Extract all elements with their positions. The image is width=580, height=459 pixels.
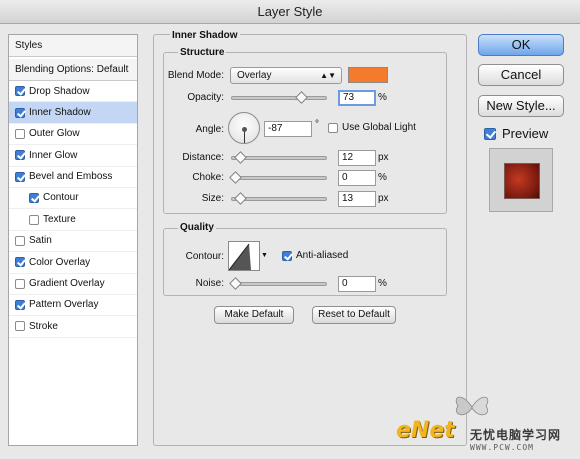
blend-mode-select[interactable]: Overlay ▲▼	[230, 67, 342, 84]
style-item-checkbox[interactable]	[15, 150, 25, 161]
styles-list-panel: Styles Blending Options: Default Drop Sh…	[8, 34, 138, 446]
style-item-checkbox[interactable]	[15, 300, 25, 311]
angle-dial[interactable]	[228, 112, 260, 144]
watermark-brand: eNet	[396, 418, 455, 443]
contour-dropdown-icon[interactable]: ▼	[261, 252, 268, 259]
style-preview-thumbnail	[504, 163, 540, 199]
distance-input[interactable]: 12	[338, 150, 376, 166]
style-item-checkbox[interactable]	[15, 235, 25, 246]
opacity-slider[interactable]	[231, 91, 327, 104]
anti-aliased-checkbox[interactable]	[282, 250, 292, 261]
style-item-label: Pattern Overlay	[29, 299, 99, 311]
style-item-inner-shadow[interactable]: Inner Shadow	[9, 102, 137, 124]
choke-slider[interactable]	[229, 171, 327, 184]
style-item-satin[interactable]: Satin	[9, 231, 137, 253]
structure-title: Structure	[178, 47, 227, 58]
reset-to-default-button[interactable]: Reset to Default	[312, 306, 396, 324]
cancel-button[interactable]: Cancel	[478, 64, 564, 86]
contour-curve-icon	[228, 243, 251, 271]
window-title: Layer Style	[257, 4, 323, 19]
style-item-stroke[interactable]: Stroke	[9, 316, 137, 338]
style-item-checkbox[interactable]	[15, 257, 25, 268]
style-item-label: Inner Glow	[29, 149, 78, 161]
watermark-chinese: 无忧电脑学习网	[470, 428, 562, 442]
preview-label: Preview	[502, 126, 549, 141]
style-item-checkbox[interactable]	[15, 86, 25, 97]
opacity-label: Opacity:	[187, 92, 224, 103]
style-item-checkbox[interactable]	[15, 128, 25, 139]
angle-input[interactable]: -87	[264, 121, 312, 137]
style-item-checkbox[interactable]	[15, 171, 25, 182]
noise-unit: %	[378, 278, 387, 289]
style-item-pattern-overlay[interactable]: Pattern Overlay	[9, 295, 137, 317]
contour-preview[interactable]	[228, 241, 260, 271]
blend-mode-label: Blend Mode:	[167, 70, 224, 81]
make-default-button[interactable]: Make Default	[214, 306, 294, 324]
style-item-contour[interactable]: Contour	[9, 188, 137, 210]
distance-slider[interactable]	[231, 151, 327, 164]
style-preview	[489, 148, 553, 212]
choke-label: Choke:	[192, 172, 224, 183]
angle-center-dot	[242, 127, 247, 132]
opacity-input[interactable]: 73	[338, 90, 376, 106]
style-item-label: Bevel and Emboss	[29, 171, 113, 183]
watermark-url: WWW.PCW.COM	[470, 443, 534, 452]
styles-header[interactable]: Styles	[9, 35, 137, 57]
blend-mode-value: Overlay	[237, 70, 272, 81]
anti-aliased-option[interactable]: Anti-aliased	[282, 250, 348, 261]
butterfly-logo-icon	[455, 396, 489, 416]
choke-input[interactable]: 0	[338, 170, 376, 186]
shadow-color-swatch[interactable]	[348, 67, 388, 83]
style-item-texture[interactable]: Texture	[9, 209, 137, 231]
style-item-outer-glow[interactable]: Outer Glow	[9, 124, 137, 146]
style-item-checkbox[interactable]	[15, 107, 25, 118]
size-unit: px	[378, 193, 389, 204]
inner-shadow-title: Inner Shadow	[170, 30, 240, 41]
contour-label: Contour:	[185, 251, 224, 262]
window-titlebar: Layer Style	[0, 0, 580, 24]
size-input[interactable]: 13	[338, 191, 376, 207]
use-global-light-checkbox[interactable]	[328, 122, 338, 133]
updown-arrows-icon: ▲▼	[320, 71, 336, 80]
distance-unit: px	[378, 152, 389, 163]
new-style-button[interactable]: New Style...	[478, 95, 564, 117]
choke-unit: %	[378, 172, 387, 183]
style-item-label: Gradient Overlay	[29, 278, 105, 290]
style-item-label: Texture	[43, 213, 76, 225]
preview-checkbox[interactable]	[484, 127, 496, 140]
preview-option[interactable]: Preview	[484, 126, 548, 141]
style-item-label: Inner Shadow	[29, 106, 91, 118]
ok-button[interactable]: OK	[478, 34, 564, 56]
use-global-light-option[interactable]: Use Global Light	[328, 122, 416, 133]
angle-unit: °	[315, 119, 319, 130]
noise-input[interactable]: 0	[338, 276, 376, 292]
style-item-bevel-and-emboss[interactable]: Bevel and Emboss	[9, 167, 137, 188]
blending-options-item[interactable]: Blending Options: Default	[9, 59, 137, 81]
use-global-light-label: Use Global Light	[342, 122, 416, 133]
opacity-unit: %	[378, 92, 387, 103]
style-item-checkbox[interactable]	[29, 193, 39, 204]
style-item-checkbox[interactable]	[29, 214, 39, 225]
anti-aliased-label: Anti-aliased	[296, 250, 349, 261]
style-item-label: Color Overlay	[29, 256, 91, 268]
style-item-gradient-overlay[interactable]: Gradient Overlay	[9, 274, 137, 295]
angle-label: Angle:	[195, 124, 224, 135]
style-item-checkbox[interactable]	[15, 321, 25, 332]
style-item-inner-glow[interactable]: Inner Glow	[9, 145, 137, 167]
style-item-drop-shadow[interactable]: Drop Shadow	[9, 81, 137, 103]
style-items-list: Drop Shadow Inner Shadow Outer Glow Inner G…	[9, 81, 137, 338]
noise-label: Noise:	[195, 278, 224, 289]
style-item-label: Drop Shadow	[29, 85, 90, 97]
style-item-label: Satin	[29, 235, 52, 247]
quality-title: Quality	[178, 222, 216, 233]
style-item-checkbox[interactable]	[15, 278, 25, 289]
style-item-label: Stroke	[29, 320, 58, 332]
size-slider[interactable]	[231, 192, 327, 205]
size-label: Size:	[201, 193, 224, 204]
noise-slider[interactable]	[229, 277, 327, 290]
style-item-label: Outer Glow	[29, 128, 80, 140]
distance-label: Distance:	[182, 152, 224, 163]
style-item-color-overlay[interactable]: Color Overlay	[9, 252, 137, 274]
style-item-label: Contour	[43, 192, 79, 204]
